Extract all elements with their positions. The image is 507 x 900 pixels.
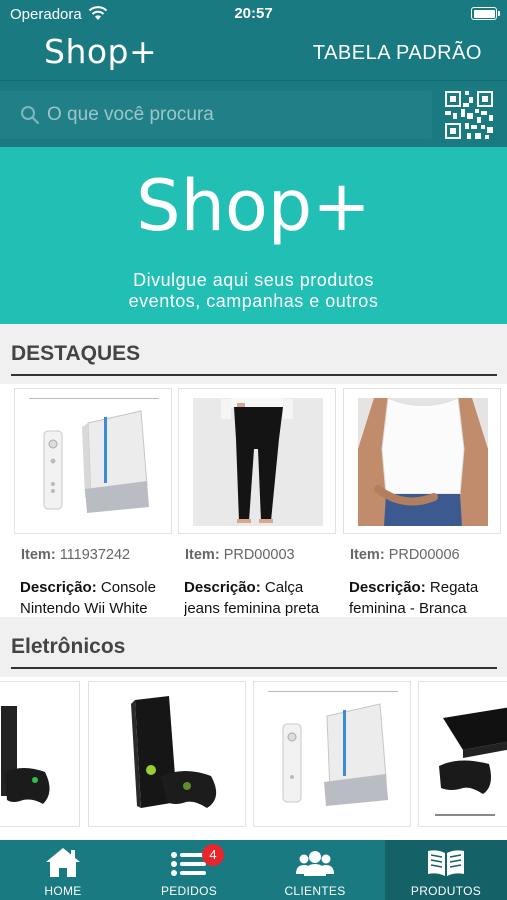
product-description: Descrição: Regata feminina - Branca <box>349 579 479 617</box>
product-card-ps3-console[interactable] <box>418 681 507 827</box>
product-card-xbox-controller[interactable] <box>0 681 80 827</box>
product-card[interactable]: Item: PRD00006 Descrição: Regata feminin… <box>343 388 501 617</box>
product-item-code: Item: PRD00003 <box>185 547 295 563</box>
product-item-code: Item: 111937242 <box>21 547 131 563</box>
featured-products-carousel[interactable]: Item: 111937242 Descrição: Console Ninte… <box>0 384 507 617</box>
product-image-black-jeans <box>178 388 336 534</box>
status-bar: Operadora 20:57 <box>0 0 507 30</box>
price-table-selector[interactable]: TABELA PADRÃO <box>313 42 482 65</box>
tab-pedidos[interactable]: 4 PEDIDOS <box>126 840 252 900</box>
product-image-white-tank-top <box>343 388 501 534</box>
battery-icon <box>471 7 497 20</box>
orders-count-badge: 4 <box>202 844 224 866</box>
home-icon <box>0 845 126 879</box>
tab-home[interactable]: HOME <box>0 840 126 900</box>
clock: 20:57 <box>234 5 273 22</box>
section-header-destaques: DESTAQUES <box>0 324 507 384</box>
electronics-carousel[interactable] <box>0 677 507 840</box>
search-icon <box>20 105 40 130</box>
tab-label: PRODUTOS <box>410 884 482 898</box>
product-card[interactable]: Item: PRD00003 Descrição: Calça jeans fe… <box>178 388 336 617</box>
product-card-xbox-360-console[interactable] <box>88 681 246 827</box>
app-header: Shop+ TABELA PADRÃO <box>0 30 507 80</box>
banner-text-line1: Divulgue aqui seus produtos <box>133 270 374 290</box>
search-box[interactable] <box>0 91 432 139</box>
banner-logo: Shop+ <box>136 165 371 247</box>
book-icon <box>385 845 507 879</box>
product-card[interactable]: Item: 111937242 Descrição: Console Ninte… <box>14 388 172 617</box>
search-input[interactable] <box>47 91 417 139</box>
product-item-code: Item: PRD00006 <box>350 547 460 563</box>
product-card-wii-console[interactable] <box>253 681 411 827</box>
tab-label: CLIENTES <box>284 884 346 898</box>
section-header-eletronicos: Eletrônicos <box>0 617 507 677</box>
promo-banner[interactable]: Shop+ Divulgue aqui seus produtos evento… <box>0 147 507 324</box>
product-image-wii-console <box>14 388 172 534</box>
search-bar <box>0 80 507 147</box>
banner-text-line2: eventos, campanhas e outros <box>128 291 379 311</box>
section-divider <box>11 374 497 376</box>
tab-label: HOME <box>44 884 82 898</box>
tab-label: PEDIDOS <box>160 884 218 898</box>
app-logo: Shop+ <box>44 32 158 71</box>
product-description: Descrição: Console Nintendo Wii White <box>20 579 156 617</box>
section-title: Eletrônicos <box>11 635 126 658</box>
tab-clientes[interactable]: CLIENTES <box>252 840 378 900</box>
section-divider <box>11 667 497 669</box>
users-icon <box>252 845 378 879</box>
list-icon <box>126 845 252 879</box>
product-description: Descrição: Calça jeans feminina preta <box>184 579 320 617</box>
tab-produtos[interactable]: PRODUTOS <box>385 840 507 900</box>
qr-code-icon[interactable] <box>443 89 495 141</box>
section-title: DESTAQUES <box>11 342 141 365</box>
bottom-tab-bar: HOME 4 PEDIDOS CLIENTES PRODUTOS <box>0 840 507 900</box>
